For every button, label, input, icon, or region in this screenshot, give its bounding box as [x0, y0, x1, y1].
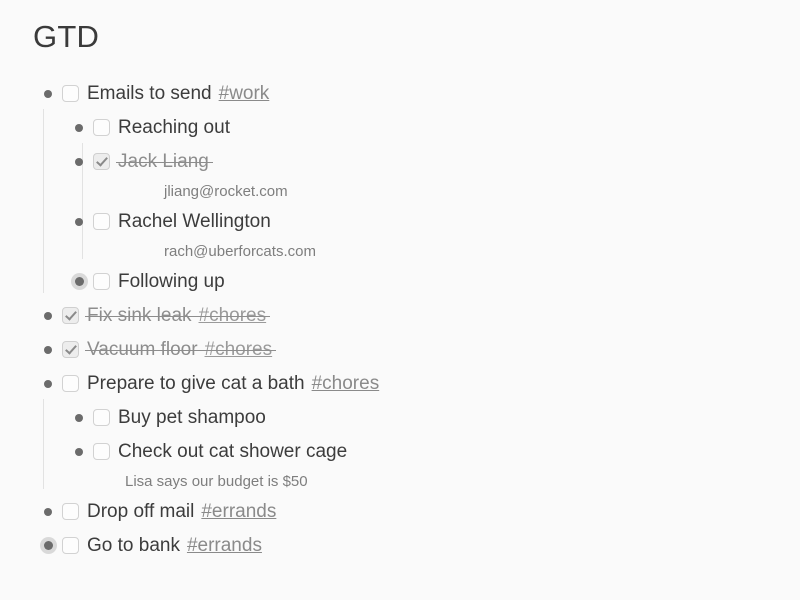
tag-link[interactable]: #chores	[205, 340, 273, 359]
outline-node: Reaching out Jack Liang jliang@rocket.com R…	[31, 111, 800, 265]
outline-row-text[interactable]: Prepare to give cat a bath #chores	[87, 374, 379, 393]
outline-row-note[interactable]: jliang@rocket.com	[31, 179, 800, 205]
tag-link[interactable]: #chores	[199, 306, 267, 325]
checkbox-checked[interactable]	[62, 307, 79, 325]
outline-children: Jack Liang jliang@rocket.com Rachel Wellin…	[31, 145, 800, 265]
bullet-dot	[75, 217, 83, 226]
outline-children: Reaching out Jack Liang jliang@rocket.com R…	[31, 111, 800, 299]
bullet-icon[interactable]	[70, 409, 88, 427]
checkbox-unchecked[interactable]	[62, 375, 79, 393]
outline-row-text[interactable]: Vacuum floor #chores	[84, 339, 277, 361]
outline-node: Vacuum floor #chores	[31, 333, 800, 367]
outline-row-text[interactable]: Go to bank #errands	[87, 536, 262, 555]
outline-row-label: Buy pet shampoo	[118, 407, 266, 429]
outline-row[interactable]: Emails to send #work	[31, 77, 800, 111]
outline-row[interactable]: Drop off mail #errands	[31, 495, 800, 529]
checkbox-unchecked[interactable]	[93, 409, 110, 427]
bullet-icon[interactable]	[70, 443, 88, 461]
outline-row-text[interactable]: Emails to send #work	[87, 84, 269, 103]
outline-row[interactable]: Check out cat shower cage	[31, 435, 800, 469]
bullet-icon[interactable]	[39, 307, 57, 325]
outline-row[interactable]: Vacuum floor #chores	[31, 333, 800, 367]
outline-row-label: Check out cat shower cage	[118, 441, 348, 463]
outline-row[interactable]: Rachel Wellington	[31, 205, 800, 239]
outline-node: Prepare to give cat a bath #chores Buy pet…	[31, 367, 800, 495]
outline-row-label: Jack Liang	[118, 151, 209, 173]
outline-node: Check out cat shower cage Lisa says our b…	[31, 435, 800, 495]
outline-row-text[interactable]: Rachel Wellington	[118, 212, 271, 231]
bullet-dot	[75, 157, 83, 166]
bullet-icon[interactable]	[39, 503, 57, 521]
outline-row-text[interactable]: Following up	[118, 272, 225, 291]
bullet-icon[interactable]	[70, 213, 88, 231]
outline-row-label: Fix sink leak	[87, 305, 192, 327]
outline-row[interactable]: Go to bank #errands	[31, 529, 800, 563]
outline-row-label: Drop off mail	[87, 501, 195, 523]
outline-row-text[interactable]: Check out cat shower cage	[118, 442, 347, 461]
outline-node: Go to bank #errands	[31, 529, 800, 563]
outline-node: Fix sink leak #chores	[31, 299, 800, 333]
outline-node: Buy pet shampoo	[31, 401, 800, 435]
outline-row[interactable]: Prepare to give cat a bath #chores	[31, 367, 800, 401]
page-title[interactable]: GTD	[33, 18, 800, 57]
bullet-dot	[44, 379, 52, 388]
bullet-dot	[75, 447, 83, 456]
bullet-collapsed-icon[interactable]	[39, 537, 57, 555]
checkbox-unchecked[interactable]	[93, 273, 110, 291]
outline-row-note[interactable]: Lisa says our budget is $50	[31, 469, 800, 495]
checkbox-unchecked[interactable]	[62, 503, 79, 521]
checkbox-unchecked[interactable]	[62, 537, 79, 555]
outline-row-label: Emails to send	[87, 83, 212, 105]
outline-row-label: Rachel Wellington	[118, 211, 271, 233]
outline-children: Buy pet shampoo Check out cat shower cage…	[31, 401, 800, 495]
outliner-page: GTD Emails to send #work Reaching out Jack …	[0, 0, 800, 600]
outline-row-label: Vacuum floor	[87, 339, 198, 361]
outline-row-text[interactable]: Jack Liang	[116, 151, 213, 173]
outline-row-text[interactable]: Drop off mail #errands	[87, 502, 276, 521]
checkbox-unchecked[interactable]	[93, 213, 110, 231]
bullet-dot	[44, 311, 52, 320]
tag-link[interactable]: #errands	[201, 502, 276, 521]
outline-row-label: Following up	[118, 271, 225, 293]
checkbox-checked[interactable]	[93, 153, 110, 171]
outline-row-label: Go to bank	[87, 535, 180, 557]
outline-row[interactable]: Fix sink leak #chores	[31, 299, 800, 333]
bullet-collapsed-icon[interactable]	[70, 273, 88, 291]
outline-row-text[interactable]: Reaching out	[118, 118, 230, 137]
outline-row-label: Prepare to give cat a bath	[87, 373, 305, 395]
checkbox-unchecked[interactable]	[62, 85, 79, 103]
bullet-dot	[44, 345, 52, 354]
bullet-dot	[44, 507, 52, 516]
tag-link[interactable]: #chores	[312, 374, 380, 393]
bullet-dot	[75, 413, 83, 422]
outline-row[interactable]: Jack Liang	[31, 145, 800, 179]
outline-node: Following up	[31, 265, 800, 299]
bullet-dot	[75, 123, 83, 132]
outline-row-text[interactable]: Buy pet shampoo	[118, 408, 266, 427]
checkbox-unchecked[interactable]	[93, 119, 110, 137]
outline-row[interactable]: Reaching out	[31, 111, 800, 145]
outline-node: Drop off mail #errands	[31, 495, 800, 529]
checkbox-unchecked[interactable]	[93, 443, 110, 461]
bullet-dot	[44, 89, 52, 98]
bullet-icon[interactable]	[39, 375, 57, 393]
tag-link[interactable]: #work	[219, 84, 270, 103]
outline-tree: Emails to send #work Reaching out Jack Lian…	[31, 77, 800, 563]
outline-node: Rachel Wellington rach@uberforcats.com	[31, 205, 800, 265]
tag-link[interactable]: #errands	[187, 536, 262, 555]
outline-row[interactable]: Buy pet shampoo	[31, 401, 800, 435]
bullet-icon[interactable]	[39, 341, 57, 359]
checkbox-checked[interactable]	[62, 341, 79, 359]
outline-row-note[interactable]: rach@uberforcats.com	[31, 239, 800, 265]
outline-row[interactable]: Following up	[31, 265, 800, 299]
bullet-dot	[74, 277, 84, 287]
outline-row-text[interactable]: Fix sink leak #chores	[84, 305, 271, 327]
outline-row-label: Reaching out	[118, 117, 230, 139]
outline-node: Emails to send #work Reaching out Jack Lian…	[31, 77, 800, 299]
bullet-dot	[43, 541, 53, 551]
outline-node: Jack Liang jliang@rocket.com	[31, 145, 800, 205]
bullet-icon[interactable]	[70, 153, 88, 171]
bullet-icon[interactable]	[39, 85, 57, 103]
bullet-icon[interactable]	[70, 119, 88, 137]
